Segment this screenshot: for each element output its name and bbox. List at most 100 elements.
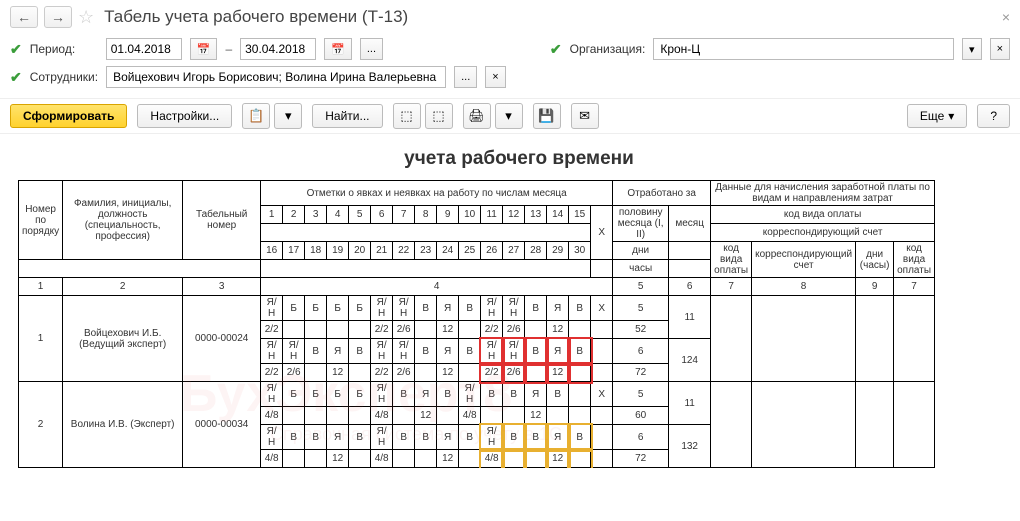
cell-day[interactable]: Я/Н [261,339,283,364]
cell-day[interactable]: 4/8 [371,450,393,468]
cell-day[interactable]: В [569,296,591,321]
cell-day[interactable]: Я/Н [261,382,283,407]
cell-day[interactable] [283,450,305,468]
cell-day[interactable]: Я [437,425,459,450]
org-input[interactable] [653,38,954,60]
cell-day[interactable] [305,407,327,425]
cell-day[interactable]: В [525,339,547,364]
collapse-icon[interactable]: ⬚ [425,103,453,129]
cell-day[interactable]: В [503,425,525,450]
cell-day[interactable]: 12 [327,364,349,382]
cell-day[interactable] [591,321,613,339]
cell-day[interactable]: В [459,339,481,364]
cell-day[interactable]: Я [437,296,459,321]
cell-day[interactable]: Я/Н [371,296,393,321]
settings-button[interactable]: Настройки... [137,104,232,128]
cell-day[interactable] [305,364,327,382]
cell-day[interactable]: В [415,296,437,321]
cell-day[interactable] [569,364,591,382]
cell-day[interactable] [591,425,613,450]
variants-dropdown-icon[interactable]: ▾ [274,103,302,129]
cell-day[interactable]: В [305,339,327,364]
cell-day[interactable]: Б [327,296,349,321]
cell-day[interactable]: 2/2 [481,321,503,339]
cell-day[interactable] [525,364,547,382]
date-to-input[interactable] [240,38,316,60]
cell-day[interactable]: 2/2 [371,321,393,339]
cell-day[interactable]: Б [283,382,305,407]
expand-icon[interactable]: ⬚ [393,103,421,129]
cell-day[interactable] [415,321,437,339]
cell-day[interactable] [327,407,349,425]
cell-day[interactable]: Б [283,296,305,321]
email-icon[interactable]: ✉ [571,103,599,129]
cell-day[interactable]: Я/Н [393,296,415,321]
cell-day[interactable]: Я [547,425,569,450]
cell-day[interactable] [415,450,437,468]
cell-day[interactable]: В [305,425,327,450]
cell-day[interactable]: 12 [547,364,569,382]
cell-day[interactable]: Б [305,296,327,321]
period-check-icon[interactable]: ✔ [10,41,22,58]
cell-day[interactable] [305,450,327,468]
cell-day[interactable]: В [393,382,415,407]
cell-day[interactable]: Я/Н [371,382,393,407]
cell-day[interactable] [569,321,591,339]
cell-day[interactable] [591,339,613,364]
emp-clear-button[interactable]: × [485,66,505,88]
cell-day[interactable] [437,407,459,425]
help-button[interactable]: ? [977,104,1010,128]
back-button[interactable]: ← [10,6,38,28]
cell-day[interactable] [569,407,591,425]
cell-day[interactable] [349,407,371,425]
org-dropdown-icon[interactable]: ▾ [962,38,982,60]
cell-day[interactable] [591,450,613,468]
cell-day[interactable] [327,321,349,339]
favorite-star-icon[interactable]: ☆ [78,7,94,28]
cell-day[interactable] [525,450,547,468]
cell-day[interactable]: 4/8 [371,407,393,425]
cell-day[interactable]: Я/Н [481,296,503,321]
emp-select-button[interactable]: ... [454,66,477,88]
cell-day[interactable]: 2/2 [261,321,283,339]
cell-day[interactable] [481,407,503,425]
cell-day[interactable]: В [437,382,459,407]
cell-day[interactable]: Я [415,382,437,407]
cell-day[interactable] [415,364,437,382]
cell-day[interactable]: 12 [415,407,437,425]
cell-day[interactable] [349,450,371,468]
cell-day[interactable] [459,321,481,339]
cell-day[interactable]: 2/2 [371,364,393,382]
cell-day[interactable]: В [415,339,437,364]
cell-day[interactable]: 2/6 [393,321,415,339]
cell-day[interactable]: Я [327,425,349,450]
save-icon[interactable]: 💾 [533,103,561,129]
cell-day[interactable]: 2/6 [283,364,305,382]
cell-day[interactable] [525,321,547,339]
cell-day[interactable]: Б [349,296,371,321]
date-from-input[interactable] [106,38,182,60]
print-icon[interactable]: 🖨 [463,103,491,129]
cell-day[interactable] [569,450,591,468]
cell-day[interactable] [349,321,371,339]
cell-day[interactable] [283,321,305,339]
cell-day[interactable]: 4/8 [261,407,283,425]
cell-day[interactable]: 12 [525,407,547,425]
cell-day[interactable]: Б [349,382,371,407]
emp-input[interactable] [106,66,446,88]
cell-day[interactable]: В [393,425,415,450]
generate-button[interactable]: Сформировать [10,104,127,128]
cell-day[interactable]: Я/Н [503,296,525,321]
date-from-calendar-icon[interactable]: 📅 [190,38,218,60]
cell-day[interactable]: В [459,425,481,450]
cell-day[interactable]: Я/Н [371,339,393,364]
cell-day[interactable]: Я/Н [459,382,481,407]
cell-day[interactable]: В [415,425,437,450]
cell-day[interactable]: Я [327,339,349,364]
cell-day[interactable] [305,321,327,339]
cell-day[interactable]: 4/8 [261,450,283,468]
cell-day[interactable]: Б [327,382,349,407]
cell-day[interactable]: Я [525,382,547,407]
cell-day[interactable]: В [349,425,371,450]
forward-button[interactable]: → [44,6,72,28]
